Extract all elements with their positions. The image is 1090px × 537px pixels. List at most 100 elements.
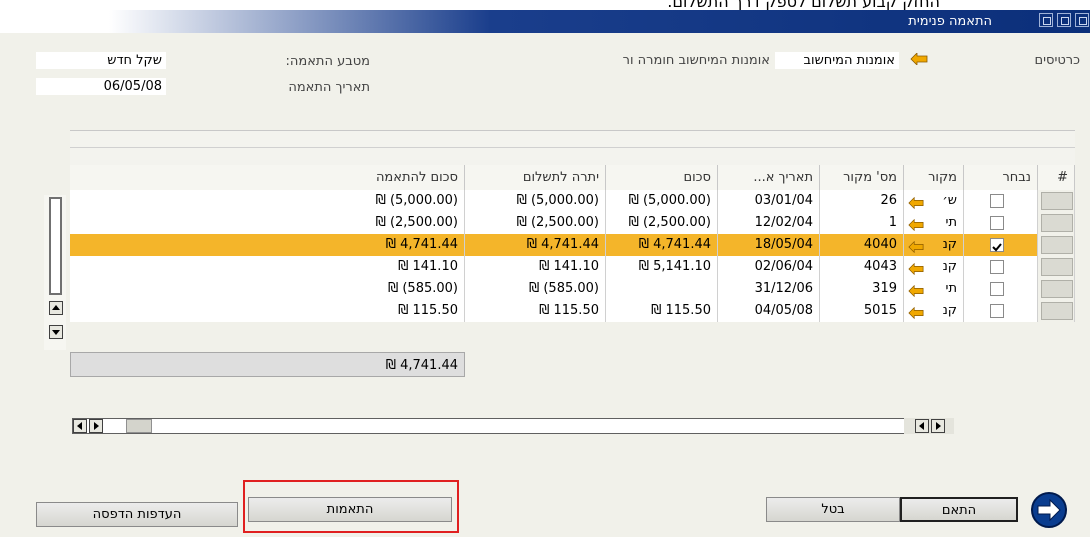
col-header-origin[interactable]: מקור — [904, 165, 964, 190]
maximize-icon[interactable] — [1057, 13, 1071, 27]
scroll-right-icon[interactable] — [931, 419, 945, 433]
reconciliations-button[interactable]: התאמות — [248, 497, 452, 522]
select-checkbox[interactable] — [990, 238, 1004, 252]
currency-label: מטבע התאמה: — [285, 54, 370, 69]
scroll-down-icon[interactable] — [49, 325, 63, 339]
table-row[interactable]: ₪ 141.10 ₪ 141.10 ₪ 5,141.10 02/06/04 4043 קנ — [70, 256, 1075, 278]
amount-cell — [606, 278, 718, 300]
select-checkbox[interactable] — [990, 260, 1004, 274]
selected-cell — [964, 212, 1038, 234]
scroll-right-icon[interactable] — [89, 419, 103, 433]
origin-no-cell: 4040 — [820, 234, 904, 256]
row-selector-button[interactable] — [1041, 258, 1073, 276]
origin-type: תי — [945, 281, 957, 296]
row-selector-button[interactable] — [1041, 236, 1073, 254]
link-arrow-icon[interactable] — [908, 261, 924, 278]
select-checkbox[interactable] — [990, 194, 1004, 208]
top-caption: החזק קבוע תשלום לספק דרך התשלום. — [667, 0, 940, 10]
origin-no-cell: 1 — [820, 212, 904, 234]
row-selector-button[interactable] — [1041, 302, 1073, 320]
match-amount-cell: ₪ (5,000.00) — [70, 190, 465, 212]
select-checkbox[interactable] — [990, 304, 1004, 318]
reconcile-button[interactable]: התאם — [900, 497, 1018, 522]
selected-cell — [964, 278, 1038, 300]
origin-type: קנ — [942, 259, 957, 274]
col-header-balance[interactable]: יתרה לתשלום — [465, 165, 606, 190]
origin-type: קנ — [942, 237, 957, 252]
scroll-left-icon[interactable] — [915, 419, 929, 433]
col-header-date[interactable]: תאריך א... — [718, 165, 820, 190]
origin-cell: קנ — [904, 300, 964, 322]
match-amount-cell: ₪ 4,741.44 — [70, 234, 465, 256]
link-arrow-icon[interactable] — [908, 283, 924, 300]
selected-cell — [964, 190, 1038, 212]
row-selector-button[interactable] — [1041, 192, 1073, 210]
select-checkbox[interactable] — [990, 282, 1004, 296]
origin-no-cell: 4043 — [820, 256, 904, 278]
arrow-icon[interactable] — [910, 52, 928, 68]
match-amount-cell: ₪ (585.00) — [70, 278, 465, 300]
bp-code-field[interactable]: אומנות המיחשוב — [775, 52, 899, 69]
bp-name-field: אומנות המיחשוב חומרה ור — [622, 53, 770, 68]
col-header-match[interactable]: סכום להתאמה — [70, 165, 465, 190]
hscroll-thumb[interactable] — [126, 419, 152, 433]
cancel-button[interactable]: בטל — [766, 497, 900, 522]
minimize-icon[interactable] — [1039, 13, 1053, 27]
balance-cell: ₪ 141.10 — [465, 256, 606, 278]
balance-cell: ₪ (2,500.00) — [465, 212, 606, 234]
amount-cell: ₪ (5,000.00) — [606, 190, 718, 212]
origin-cell: תי — [904, 212, 964, 234]
row-index-cell — [1038, 212, 1075, 234]
close-icon[interactable] — [1075, 13, 1089, 27]
currency-field[interactable]: שקל חדש — [36, 52, 166, 69]
navigate-arrow-icon[interactable] — [1030, 491, 1068, 532]
col-header-index[interactable]: # — [1038, 165, 1075, 190]
link-arrow-icon[interactable] — [908, 217, 924, 234]
row-selector-button[interactable] — [1041, 280, 1073, 298]
table-row[interactable]: ₪ (5,000.00) ₪ (5,000.00) ₪ (5,000.00) 03/0… — [70, 190, 1075, 212]
link-arrow-icon[interactable] — [908, 239, 924, 256]
origin-no-cell: 319 — [820, 278, 904, 300]
date-cell: 04/05/08 — [718, 300, 820, 322]
match-amount-cell: ₪ (2,500.00) — [70, 212, 465, 234]
date-cell: 02/06/04 — [718, 256, 820, 278]
row-index-cell — [1038, 300, 1075, 322]
cards-label: כרטיסים — [1034, 53, 1080, 68]
scroll-thumb[interactable] — [49, 197, 62, 295]
table-row[interactable]: ₪ (2,500.00) ₪ (2,500.00) ₪ (2,500.00) 12/0… — [70, 212, 1075, 234]
scroll-up-icon[interactable] — [49, 301, 63, 315]
amount-cell: ₪ 4,741.44 — [606, 234, 718, 256]
date-cell: 12/02/04 — [718, 212, 820, 234]
origin-cell: ש׳ — [904, 190, 964, 212]
col-header-selected[interactable]: נבחר — [964, 165, 1038, 190]
date-cell: 31/12/06 — [718, 278, 820, 300]
link-arrow-icon[interactable] — [908, 195, 924, 212]
hscroll-right-area — [904, 418, 954, 434]
row-selector-button[interactable] — [1041, 214, 1073, 232]
print-preferences-button[interactable]: העדפות הדפסה — [36, 502, 238, 527]
select-checkbox[interactable] — [990, 216, 1004, 230]
horizontal-scrollbar[interactable] — [72, 418, 954, 434]
origin-cell: קנ — [904, 234, 964, 256]
row-index-cell — [1038, 234, 1075, 256]
col-header-amount[interactable]: סכום — [606, 165, 718, 190]
table-row[interactable]: ₪ 115.50 ₪ 115.50 ₪ 115.50 04/05/08 5015 קנ — [70, 300, 1075, 322]
link-arrow-icon[interactable] — [908, 305, 924, 322]
table-row[interactable]: ₪ 4,741.44 ₪ 4,741.44 ₪ 4,741.44 18/05/04 40… — [70, 234, 1075, 256]
window-title: התאמה פנימית — [908, 14, 992, 29]
origin-cell: קנ — [904, 256, 964, 278]
balance-cell: ₪ 4,741.44 — [465, 234, 606, 256]
origin-type: קנ — [942, 303, 957, 318]
selected-cell — [964, 300, 1038, 322]
origin-cell: תי — [904, 278, 964, 300]
reconciliation-table: סכום להתאמה יתרה לתשלום סכום תאריך א... … — [70, 130, 1075, 380]
origin-type: ש׳ — [942, 193, 957, 208]
col-header-origin-no[interactable]: מס' מקור — [820, 165, 904, 190]
date-field[interactable]: 06/05/08 — [36, 78, 166, 95]
table-row[interactable]: ₪ (585.00) ₪ (585.00) 31/12/06 319 תי — [70, 278, 1075, 300]
vertical-scrollbar[interactable] — [44, 195, 66, 350]
amount-cell: ₪ (2,500.00) — [606, 212, 718, 234]
row-index-cell — [1038, 256, 1075, 278]
scroll-left-icon[interactable] — [73, 419, 87, 433]
match-amount-cell: ₪ 141.10 — [70, 256, 465, 278]
